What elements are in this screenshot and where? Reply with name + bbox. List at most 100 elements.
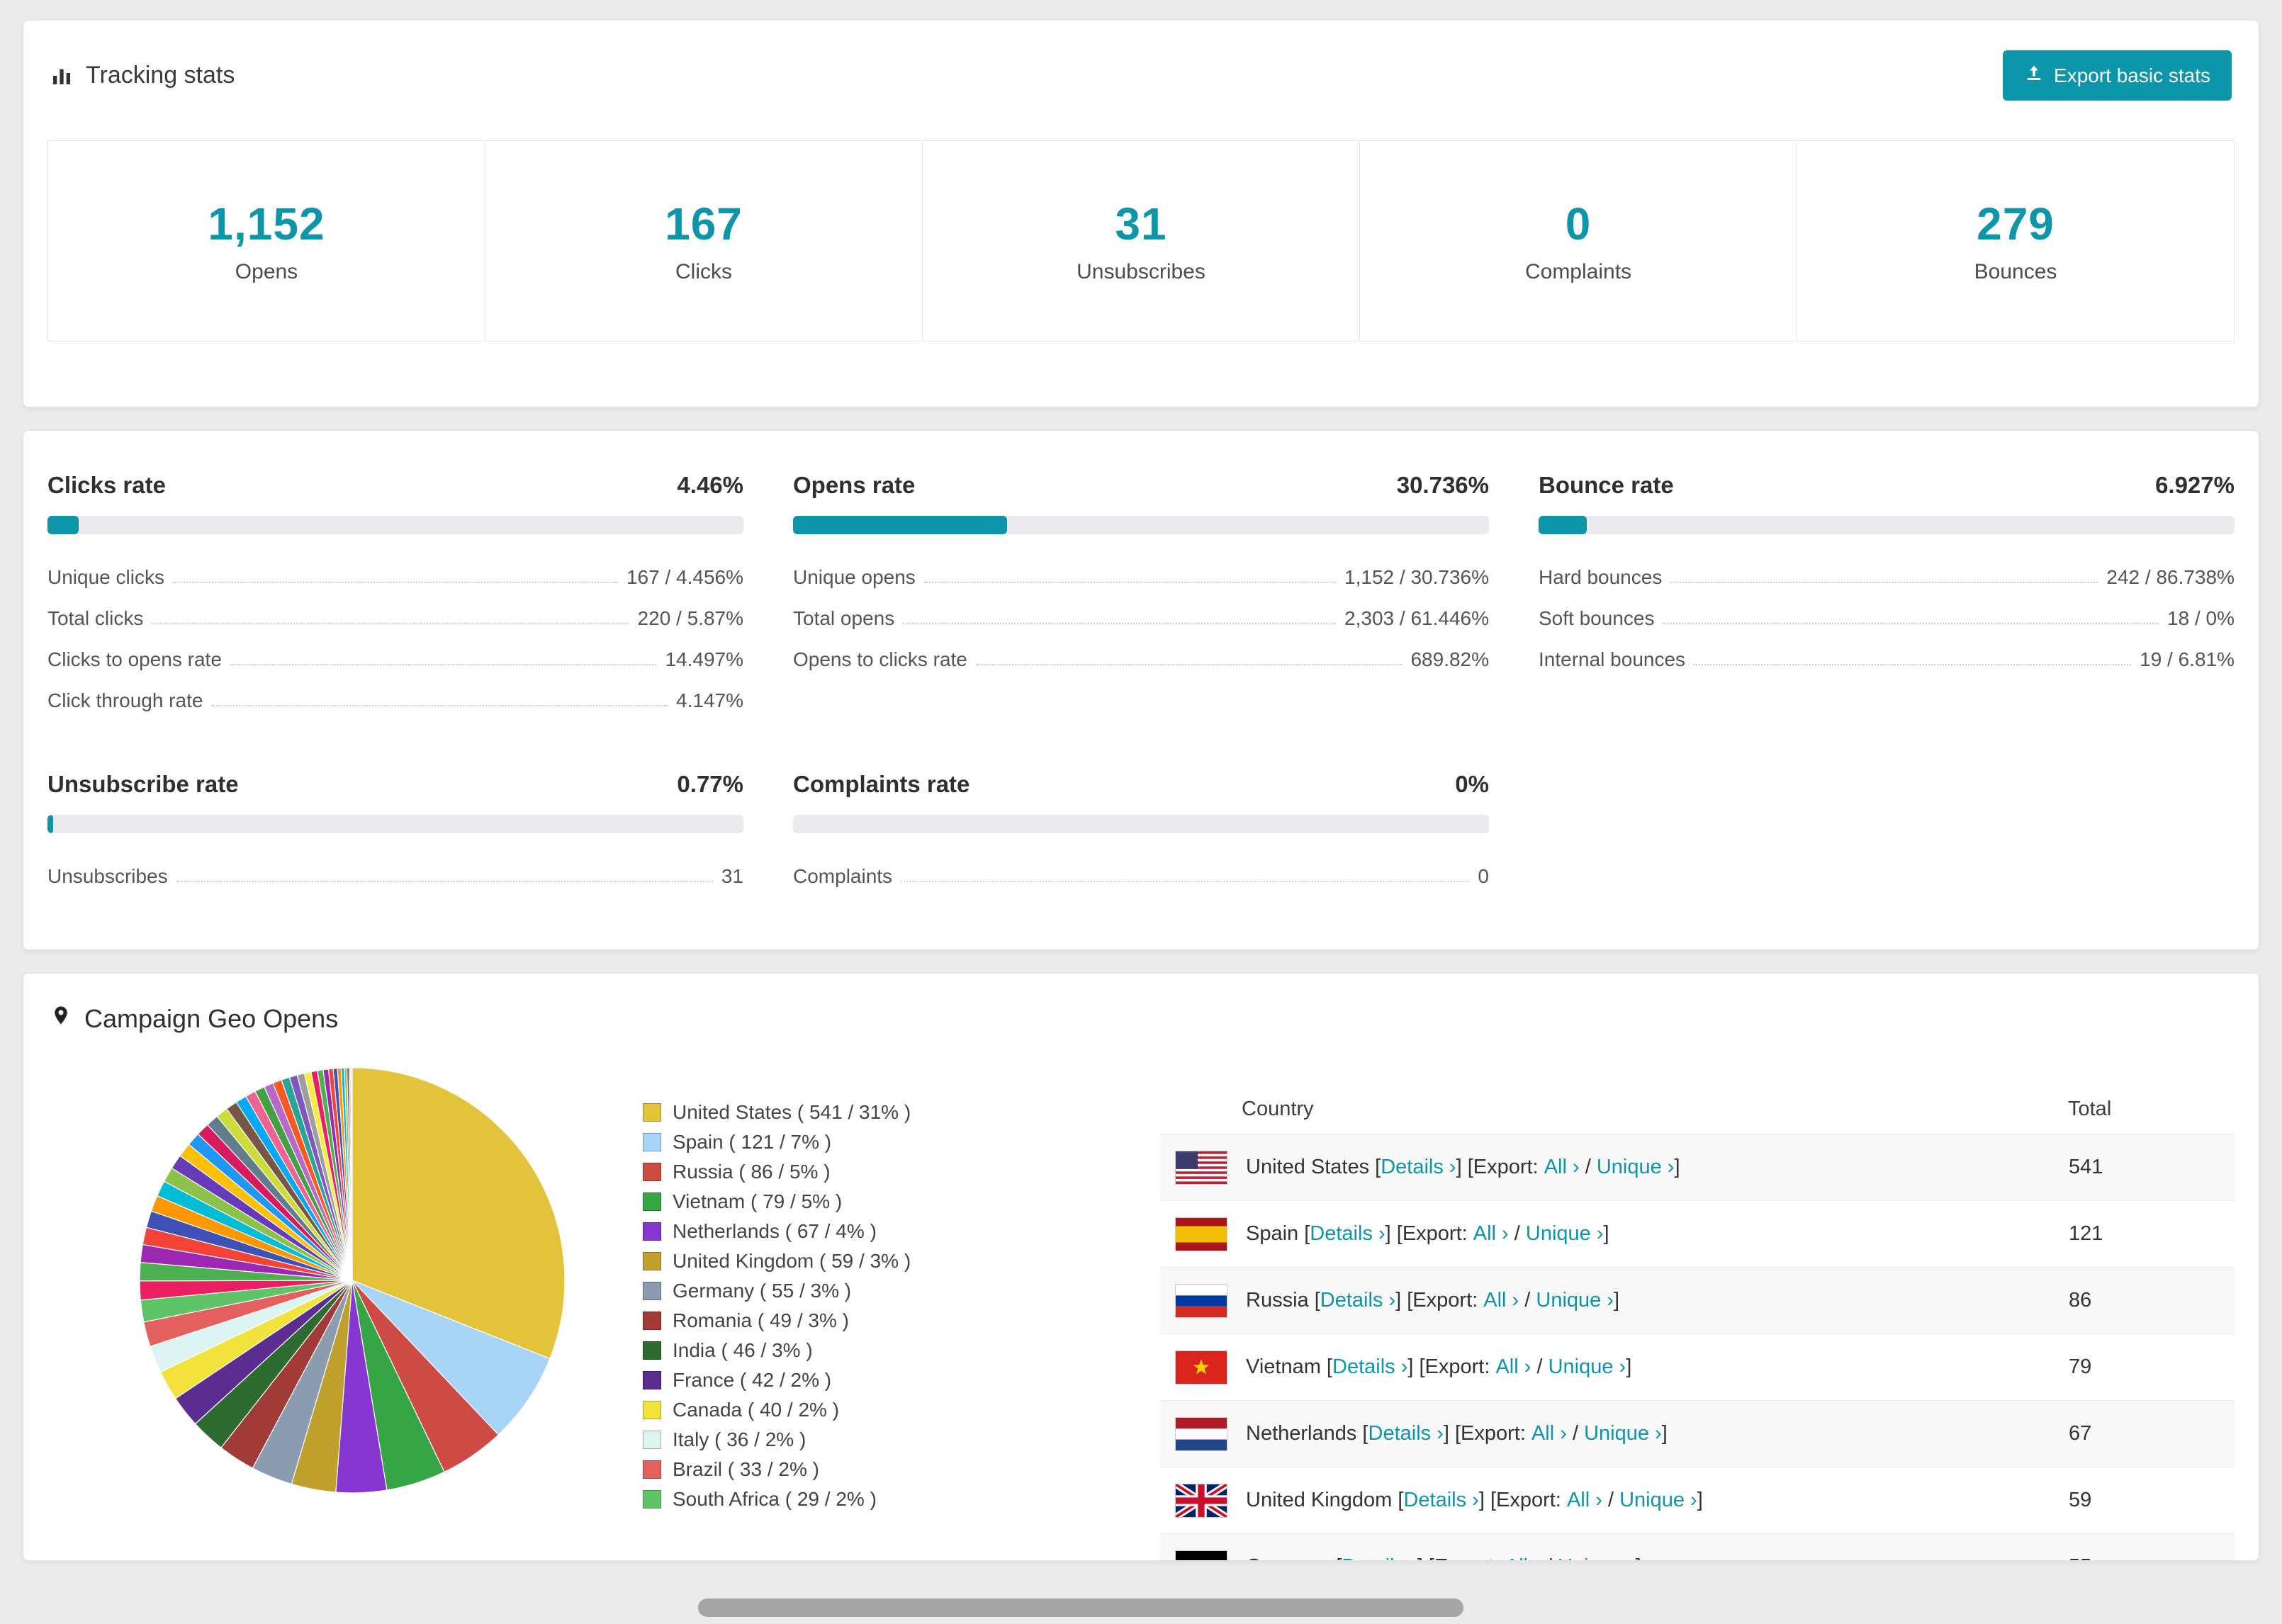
country-name: Netherlands: [1246, 1422, 1357, 1445]
details-link[interactable]: Details ›: [1342, 1555, 1417, 1560]
slash-separator: /: [1531, 1355, 1548, 1378]
export-all-link[interactable]: All ›: [1544, 1156, 1580, 1179]
flag-us-icon: [1175, 1150, 1227, 1185]
legend-item-united-kingdom[interactable]: United Kingdom ( 59 / 3% ): [643, 1246, 1040, 1276]
legend-swatch: [643, 1490, 661, 1509]
legend-item-united-states[interactable]: United States ( 541 / 31% ): [643, 1098, 1040, 1127]
legend-item-france[interactable]: France ( 42 / 2% ): [643, 1365, 1040, 1395]
rate-row-value: 2,303 / 61.446%: [1344, 607, 1489, 629]
flag-ru-icon: [1175, 1283, 1227, 1318]
legend-item-romania[interactable]: Romania ( 49 / 3% ): [643, 1306, 1040, 1336]
details-link[interactable]: Details ›: [1381, 1156, 1456, 1179]
rate-row-label: Internal bounces: [1539, 648, 1686, 670]
legend-item-russia[interactable]: Russia ( 86 / 5% ): [643, 1157, 1040, 1187]
bracket: ] [Export:: [1456, 1156, 1544, 1178]
bracket: [: [1298, 1222, 1310, 1245]
export-unique-link[interactable]: Unique ›: [1619, 1489, 1697, 1512]
export-button-label: Export basic stats: [2054, 64, 2210, 86]
geo-table-container: Country Total United States [Details ›] …: [1160, 1085, 2235, 1560]
country-cell: Vietnam [Details ›] [Export: All › / Uni…: [1161, 1350, 2067, 1385]
legend-item-germany[interactable]: Germany ( 55 / 3% ): [643, 1276, 1040, 1306]
legend-swatch: [643, 1252, 661, 1270]
legend-item-spain[interactable]: Spain ( 121 / 7% ): [643, 1127, 1040, 1157]
geo-opens-title-text: Campaign Geo Opens: [84, 1003, 339, 1033]
rate-row-hard-bounces: Hard bounces 242 / 86.738%: [1539, 557, 2235, 598]
dotted-leader: [923, 582, 1337, 583]
legend-item-south-africa[interactable]: South Africa ( 29 / 2% ): [643, 1484, 1040, 1514]
export-unique-link[interactable]: Unique ›: [1584, 1422, 1662, 1445]
rate-row-label: Total clicks: [47, 607, 144, 629]
rate-progress-fill: [47, 815, 53, 833]
legend-item-india[interactable]: India ( 46 / 3% ): [643, 1336, 1040, 1365]
legend-swatch: [643, 1133, 661, 1151]
campaign-geo-opens-card: Campaign Geo Opens United States ( 541 /…: [23, 973, 2259, 1561]
rate-block-unsubscribe-rate: Unsubscribe rate 0.77% Unsubscribes 31: [47, 771, 743, 897]
legend-item-netherlands[interactable]: Netherlands ( 67 / 4% ): [643, 1217, 1040, 1246]
legend-item-canada[interactable]: Canada ( 40 / 2% ): [643, 1395, 1040, 1425]
geo-table-header-row: Country Total: [1160, 1085, 2235, 1134]
export-all-link[interactable]: All ›: [1483, 1289, 1519, 1312]
legend-item-brazil[interactable]: Brazil ( 33 / 2% ): [643, 1455, 1040, 1484]
rate-row-value: 242 / 86.738%: [2106, 566, 2235, 588]
rate-percent: 4.46%: [677, 472, 743, 498]
bracket: ]: [1697, 1489, 1703, 1511]
legend-label: United Kingdom ( 59 / 3% ): [673, 1250, 911, 1272]
stat-value: 167: [665, 198, 743, 249]
export-unique-link[interactable]: Unique ›: [1526, 1222, 1604, 1246]
rate-block-bounce-rate: Bounce rate 6.927% Hard bounces 242 / 86…: [1539, 472, 2235, 721]
export-all-link[interactable]: All ›: [1531, 1422, 1567, 1445]
rate-row-label: Soft bounces: [1539, 607, 1655, 629]
details-link[interactable]: Details ›: [1368, 1422, 1444, 1445]
export-all-link[interactable]: All ›: [1505, 1555, 1541, 1560]
page: Tracking stats Export basic stats 1,152 …: [0, 0, 2282, 1561]
export-unique-link[interactable]: Unique ›: [1597, 1156, 1675, 1179]
rate-progress-fill: [1539, 516, 1587, 534]
details-link[interactable]: Details ›: [1403, 1489, 1478, 1512]
flag-es-icon: [1175, 1217, 1227, 1251]
bracket: ] [Export:: [1407, 1355, 1496, 1378]
rate-rows: Unique opens 1,152 / 30.736% Total opens…: [793, 557, 1489, 680]
legend-swatch: [643, 1282, 661, 1300]
bracket: [: [1369, 1156, 1381, 1178]
rate-title: Complaints rate: [793, 771, 970, 797]
legend-label: Italy ( 36 / 2% ): [673, 1428, 806, 1450]
stat-label: Bounces: [1974, 260, 2057, 283]
geo-opens-table: Country Total United States [Details ›] …: [1160, 1085, 2235, 1560]
dotted-leader: [901, 881, 1470, 882]
geo-pie-container: [133, 1061, 572, 1504]
rate-row-value: 220 / 5.87%: [637, 607, 743, 629]
bracket: ]: [1614, 1289, 1620, 1312]
export-all-link[interactable]: All ›: [1567, 1489, 1602, 1512]
rate-row-value: 167 / 4.456%: [626, 566, 743, 588]
bracket: ]: [1636, 1555, 1641, 1560]
country-cell: Netherlands [Details ›] [Export: All › /…: [1161, 1416, 2067, 1451]
export-all-link[interactable]: All ›: [1495, 1355, 1531, 1379]
rate-progress-track: [47, 516, 743, 534]
rate-row-unsubscribes: Unsubscribes 31: [47, 856, 743, 897]
rate-head: Opens rate 30.736%: [793, 472, 1489, 499]
country-name: Spain: [1246, 1222, 1299, 1245]
country-total: 55: [2068, 1534, 2235, 1560]
dotted-leader: [1694, 664, 2132, 665]
stat-label: Unsubscribes: [1077, 260, 1205, 283]
stat-label: Opens: [235, 260, 298, 283]
details-link[interactable]: Details ›: [1332, 1355, 1407, 1379]
geo-table-row-spain: Spain [Details ›] [Export: All › / Uniqu…: [1160, 1200, 2235, 1268]
stat-box-opens: 1,152 Opens: [48, 141, 485, 341]
export-basic-stats-button[interactable]: Export basic stats: [2003, 50, 2232, 101]
details-link[interactable]: Details ›: [1310, 1222, 1385, 1246]
legend-item-italy[interactable]: Italy ( 36 / 2% ): [643, 1425, 1040, 1455]
export-unique-link[interactable]: Unique ›: [1558, 1555, 1636, 1560]
geo-opens-pie-chart[interactable]: [133, 1061, 572, 1500]
country-cell: United Kingdom [Details ›] [Export: All …: [1161, 1483, 2067, 1518]
horizontal-scrollbar-thumb[interactable]: [698, 1598, 1463, 1617]
legend-item-vietnam[interactable]: Vietnam ( 79 / 5% ): [643, 1187, 1040, 1217]
details-link[interactable]: Details ›: [1320, 1289, 1395, 1312]
export-unique-link[interactable]: Unique ›: [1536, 1289, 1614, 1312]
export-icon: [2024, 63, 2044, 88]
export-unique-link[interactable]: Unique ›: [1548, 1355, 1626, 1379]
export-all-link[interactable]: All ›: [1473, 1222, 1509, 1246]
bracket: [: [1308, 1289, 1320, 1312]
rate-row-label: Unique opens: [793, 566, 916, 588]
rate-title: Clicks rate: [47, 472, 166, 498]
